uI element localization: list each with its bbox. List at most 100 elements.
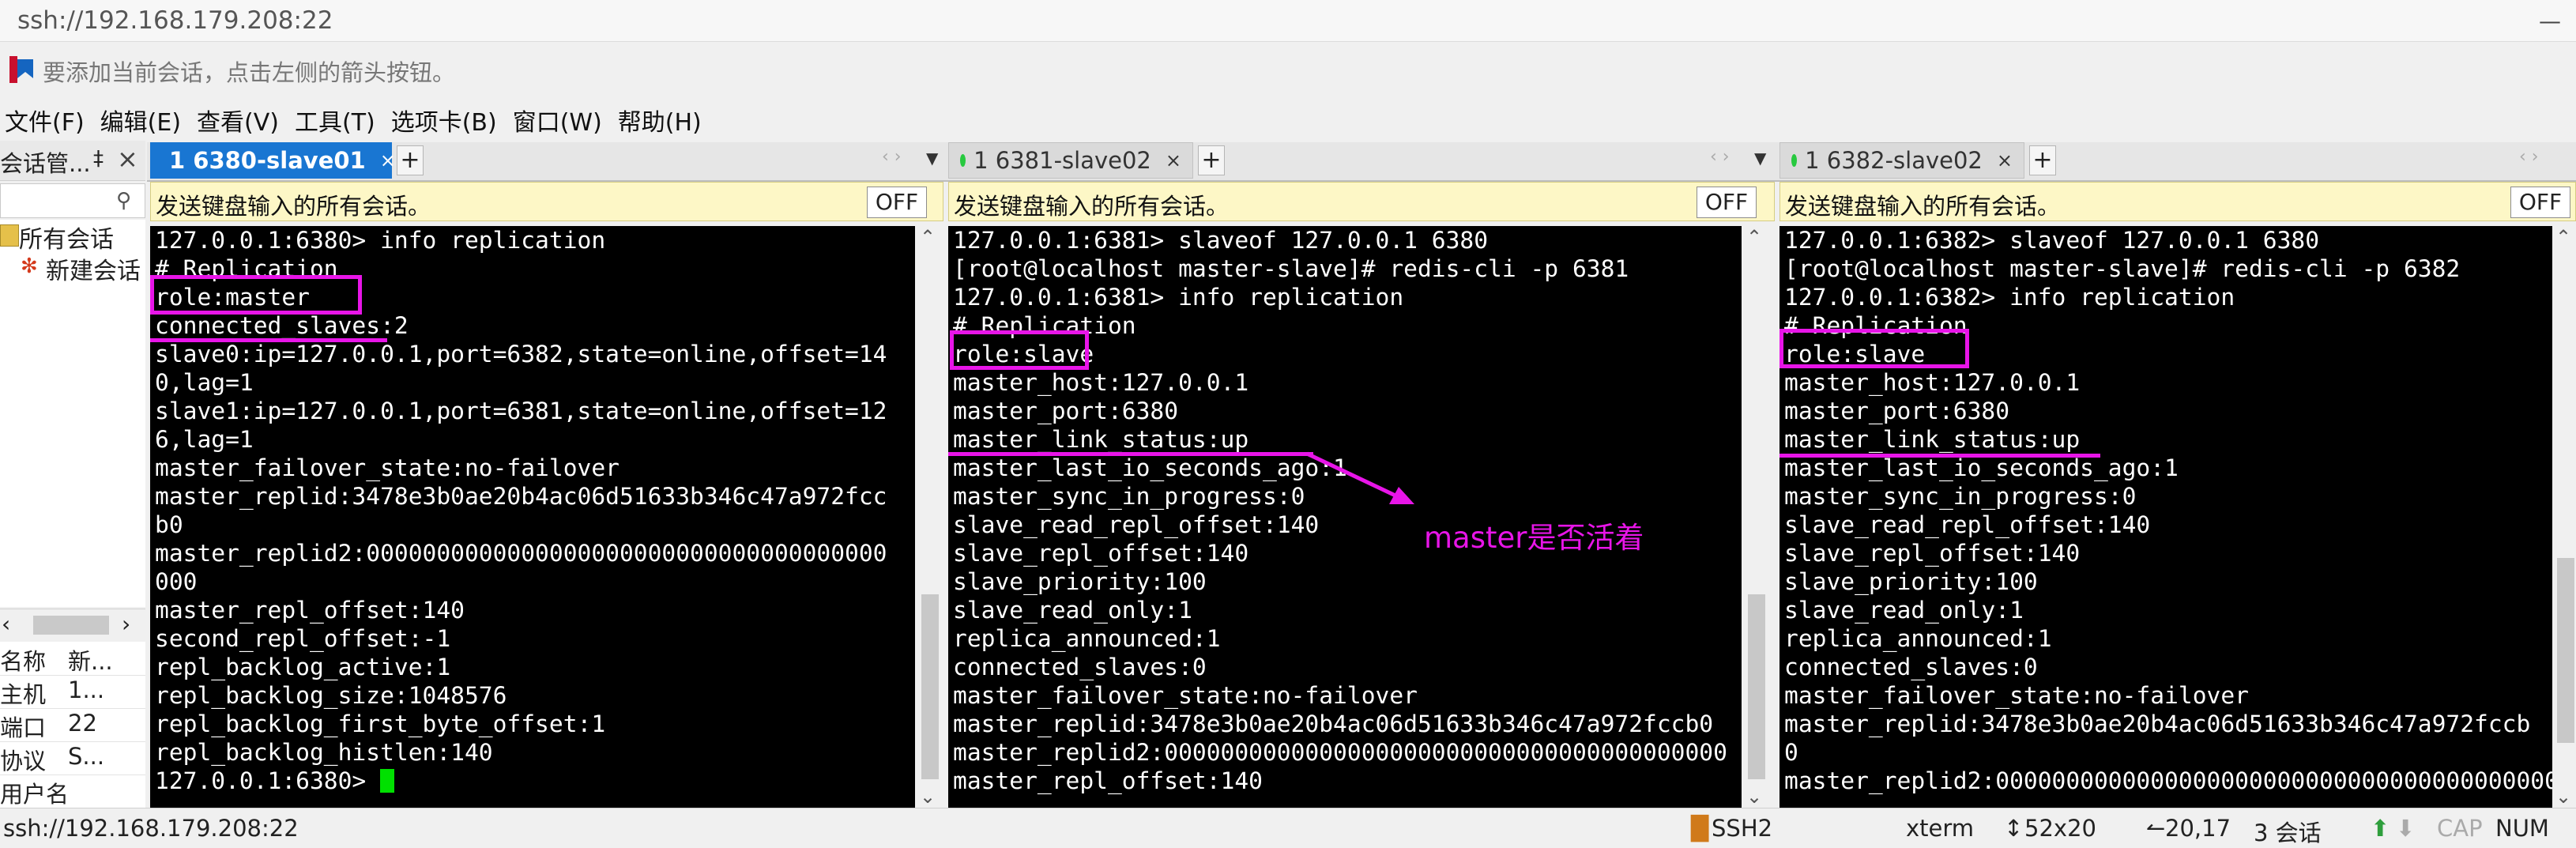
menu-view[interactable]: 查看(V): [192, 103, 290, 138]
link-status-underline: [948, 452, 1313, 456]
connected-status-icon: [960, 154, 966, 167]
terminal-line: repl_backlog_histlen:140: [155, 739, 493, 766]
menu-file[interactable]: 文件(F): [0, 103, 96, 138]
tree-item-new-session[interactable]: 新建会话: [46, 251, 141, 286]
terminal-line: connected_slaves:2: [155, 312, 409, 339]
scroll-down-icon[interactable]: ⌄: [2555, 786, 2571, 808]
tab-6380-slave01[interactable]: 1 6380-slave01 ×: [150, 142, 396, 179]
send-to-all-text: 发送键盘输入的所有会话。: [1785, 193, 2061, 220]
status-bar: ssh://192.168.179.208:22 █ SSH2 xterm ↕ …: [0, 808, 2576, 847]
terminal-line: master_replid2:0000000000000000000000000…: [1784, 767, 2552, 794]
tree-item-all-sessions[interactable]: 所有会话: [19, 220, 114, 254]
scroll-up-icon[interactable]: ⌃: [920, 226, 936, 248]
menu-edit[interactable]: 编辑(E): [96, 103, 192, 138]
session-search-input[interactable]: ⚲: [0, 183, 145, 218]
terminal-line: master_replid2:0000000000000000000000000…: [155, 540, 887, 567]
terminal-scrollbar[interactable]: ⌃ ⌄: [2552, 226, 2576, 808]
scroll-thumb[interactable]: [1748, 594, 1765, 779]
terminal-pane-3: 1 6382-slave02 × + ‹ › 发送键盘输入的所有会话。 OFF …: [1776, 142, 2576, 808]
scroll-down-icon[interactable]: ⌄: [1746, 786, 1762, 808]
property-value: S...: [68, 743, 105, 770]
menu-tabs[interactable]: 选项卡(B): [386, 103, 508, 138]
tab-strip: 1 6382-slave02 × + ‹ ›: [1776, 142, 2576, 182]
terminal-line: 000: [155, 568, 198, 595]
session-hscrollbar[interactable]: ‹ ›: [0, 609, 145, 641]
send-to-all-off-button[interactable]: OFF: [2510, 187, 2570, 218]
lock-icon: █: [1691, 815, 1709, 842]
terminal-line: master_failover_state:no-failover: [155, 454, 620, 481]
property-value: 新...: [68, 648, 113, 675]
terminal-line: master_port:6380: [1784, 398, 2010, 424]
close-tab-icon[interactable]: ×: [380, 149, 396, 171]
terminal-line: [root@localhost master-slave]# redis-cli…: [953, 255, 1629, 282]
terminal-line: 6,lag=1: [155, 426, 254, 453]
tab-scroll-icon[interactable]: ‹ ›: [1710, 147, 1730, 167]
terminal-line: slave_priority:100: [953, 568, 1207, 595]
scroll-thumb[interactable]: [33, 616, 109, 635]
tab-label: 1 6381-slave02: [974, 147, 1151, 174]
terminal-output[interactable]: 127.0.0.1:6382> slaveof 127.0.0.1 6380 […: [1779, 226, 2552, 808]
menu-tools[interactable]: 工具(T): [290, 103, 386, 138]
tab-menu-icon[interactable]: ▼: [1754, 149, 1766, 168]
status-protocol: SSH2: [1712, 815, 1773, 842]
terminal-scrollbar[interactable]: ⌃ ⌄: [917, 226, 943, 808]
terminal-line: repl_backlog_size:1048576: [155, 682, 507, 709]
property-row: 用户名: [0, 775, 145, 808]
folder-icon: [0, 224, 19, 247]
terminal-line: [root@localhost master-slave]# redis-cli…: [1784, 255, 2461, 282]
scroll-up-icon[interactable]: ⌃: [2555, 226, 2571, 248]
search-icon[interactable]: ⚲: [116, 189, 131, 213]
terminal-scrollbar[interactable]: ⌃ ⌄: [1743, 226, 1770, 808]
terminal-line: master_link_status:up: [1784, 426, 2081, 453]
menu-window[interactable]: 窗口(W): [508, 103, 613, 138]
scroll-thumb[interactable]: [921, 594, 939, 779]
terminal-output[interactable]: 127.0.0.1:6380> info replication # Repli…: [150, 226, 915, 808]
terminal-line: master_host:127.0.0.1: [953, 369, 1249, 396]
tab-6382-slave02[interactable]: 1 6382-slave02 ×: [1779, 142, 2024, 179]
send-to-all-off-button[interactable]: OFF: [867, 187, 927, 218]
annotation-arrow-icon: [1305, 451, 1414, 504]
terminal-line: master_failover_state:no-failover: [1784, 682, 2249, 709]
terminal-output[interactable]: 127.0.0.1:6381> slaveof 127.0.0.1 6380 […: [948, 226, 1742, 808]
menu-help[interactable]: 帮助(H): [613, 103, 713, 138]
property-row: 主机 1...: [0, 675, 145, 709]
scroll-left-icon[interactable]: ‹: [2, 611, 10, 637]
minimize-icon[interactable]: —: [2524, 0, 2576, 41]
property-key: 主机: [0, 681, 47, 708]
status-session-count: 3 会话: [2254, 820, 2322, 846]
send-to-all-text: 发送键盘输入的所有会话。: [156, 193, 431, 220]
terminal-line: slave_read_only:1: [953, 597, 1192, 624]
send-to-all-off-button[interactable]: OFF: [1697, 187, 1757, 218]
connected-slaves-underline: [150, 338, 387, 342]
property-row: 名称 新...: [0, 642, 145, 676]
close-tab-icon[interactable]: ×: [1997, 149, 2013, 171]
status-size: 52x20: [2024, 815, 2096, 842]
terminal-pane-1: 1 6380-slave01 × + ‹ › ▼ 发送键盘输入的所有会话。 OF…: [147, 142, 947, 808]
pin-icon[interactable]: ‡: [93, 147, 104, 171]
role-slave-highlight: [950, 330, 1089, 370]
close-icon[interactable]: ×: [117, 144, 138, 174]
tab-6381-slave02[interactable]: 1 6381-slave02 ×: [948, 142, 1193, 179]
terminal-line: connected_slaves:0: [953, 654, 1207, 680]
scroll-down-icon[interactable]: ⌄: [920, 786, 936, 808]
add-tab-button[interactable]: +: [2029, 145, 2056, 175]
terminal-line: replica_announced:1: [953, 625, 1221, 652]
close-tab-icon[interactable]: ×: [1166, 149, 1181, 171]
add-tab-button[interactable]: +: [397, 145, 424, 175]
terminal-cursor: [380, 769, 395, 793]
add-tab-button[interactable]: +: [1198, 145, 1225, 175]
tab-menu-icon[interactable]: ▼: [926, 149, 938, 168]
send-to-all-text: 发送键盘输入的所有会话。: [954, 193, 1230, 220]
property-key: 协议: [0, 748, 47, 775]
tab-label: 1 6382-slave02: [1805, 147, 1983, 174]
status-connection: ssh://192.168.179.208:22: [3, 815, 299, 842]
terminal-line: 127.0.0.1:6381> slaveof 127.0.0.1 6380: [953, 227, 1489, 254]
bookmark-icon[interactable]: [9, 56, 33, 83]
scroll-up-icon[interactable]: ⌃: [1746, 226, 1762, 248]
terminal-line: 127.0.0.1:6380>: [155, 767, 381, 794]
role-master-highlight: [150, 275, 362, 315]
tab-scroll-icon[interactable]: ‹ ›: [2519, 147, 2539, 167]
tab-scroll-icon[interactable]: ‹ ›: [882, 147, 902, 167]
scroll-right-icon[interactable]: ›: [122, 611, 130, 637]
scroll-thumb[interactable]: [2557, 558, 2574, 743]
